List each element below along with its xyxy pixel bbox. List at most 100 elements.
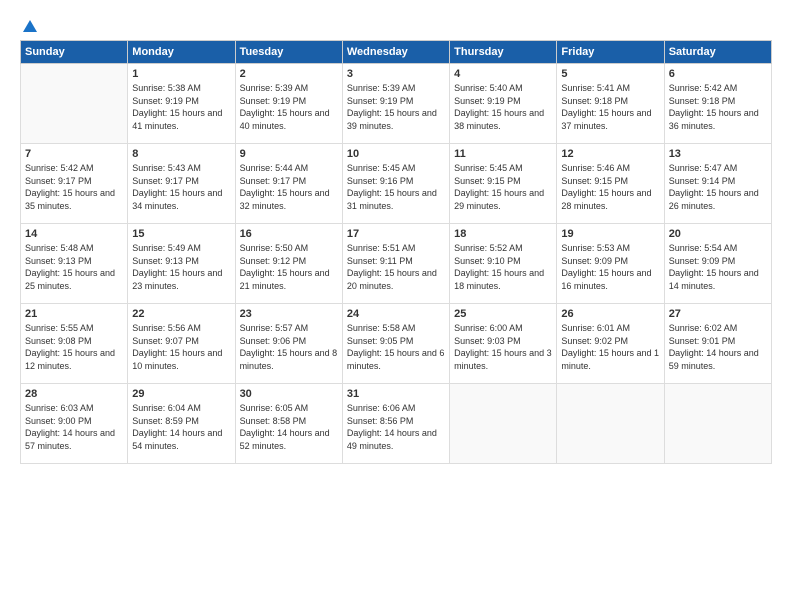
day-number: 31 (347, 388, 445, 400)
day-info: Sunrise: 6:01 AMSunset: 9:02 PMDaylight:… (561, 322, 659, 372)
day-number: 30 (240, 388, 338, 400)
day-info: Sunrise: 6:03 AMSunset: 9:00 PMDaylight:… (25, 402, 123, 452)
day-number: 17 (347, 228, 445, 240)
day-info: Sunrise: 5:53 AMSunset: 9:09 PMDaylight:… (561, 242, 659, 292)
week-row-2: 7 Sunrise: 5:42 AMSunset: 9:17 PMDaylight… (21, 144, 772, 224)
header-cell-friday: Friday (557, 41, 664, 64)
day-info: Sunrise: 5:55 AMSunset: 9:08 PMDaylight:… (25, 322, 123, 372)
day-cell: 30 Sunrise: 6:05 AMSunset: 8:58 PMDayligh… (235, 384, 342, 464)
day-number: 12 (561, 148, 659, 160)
day-cell: 3 Sunrise: 5:39 AMSunset: 9:19 PMDaylight… (342, 64, 449, 144)
logo (20, 18, 39, 34)
day-cell: 17 Sunrise: 5:51 AMSunset: 9:11 PMDayligh… (342, 224, 449, 304)
day-cell: 2Sunrise: 5:39 AMSunset: 9:19 PMDaylight… (235, 64, 342, 144)
day-cell: 14 Sunrise: 5:48 AMSunset: 9:13 PMDayligh… (21, 224, 128, 304)
day-info: Sunrise: 5:39 AMSunset: 9:19 PMDaylight:… (347, 82, 445, 132)
day-number: 6 (669, 68, 767, 80)
day-cell: 5 Sunrise: 5:41 AMSunset: 9:18 PMDaylight… (557, 64, 664, 144)
day-number: 1 (132, 68, 230, 80)
day-cell: 20 Sunrise: 5:54 AMSunset: 9:09 PMDayligh… (664, 224, 771, 304)
day-cell (450, 384, 557, 464)
day-number: 19 (561, 228, 659, 240)
day-number: 26 (561, 308, 659, 320)
day-cell: 18Sunrise: 5:52 AMSunset: 9:10 PMDayligh… (450, 224, 557, 304)
day-number: 29 (132, 388, 230, 400)
header-row: SundayMondayTuesdayWednesdayThursdayFrid… (21, 41, 772, 64)
day-info: Sunrise: 5:49 AMSunset: 9:13 PMDaylight:… (132, 242, 230, 292)
day-number: 27 (669, 308, 767, 320)
day-info: Sunrise: 6:06 AMSunset: 8:56 PMDaylight:… (347, 402, 445, 452)
week-row-3: 14 Sunrise: 5:48 AMSunset: 9:13 PMDayligh… (21, 224, 772, 304)
header-cell-monday: Monday (128, 41, 235, 64)
day-info: Sunrise: 5:42 AMSunset: 9:18 PMDaylight:… (669, 82, 767, 132)
day-cell: 21Sunrise: 5:55 AMSunset: 9:08 PMDayligh… (21, 304, 128, 384)
day-info: Sunrise: 5:56 AMSunset: 9:07 PMDaylight:… (132, 322, 230, 372)
day-info: Sunrise: 6:05 AMSunset: 8:58 PMDaylight:… (240, 402, 338, 452)
day-cell: 6 Sunrise: 5:42 AMSunset: 9:18 PMDaylight… (664, 64, 771, 144)
day-cell: 29 Sunrise: 6:04 AMSunset: 8:59 PMDayligh… (128, 384, 235, 464)
day-info: Sunrise: 5:45 AMSunset: 9:16 PMDaylight:… (347, 162, 445, 212)
day-number: 4 (454, 68, 552, 80)
day-number: 24 (347, 308, 445, 320)
header-cell-wednesday: Wednesday (342, 41, 449, 64)
page: SundayMondayTuesdayWednesdayThursdayFrid… (0, 0, 792, 474)
day-info: Sunrise: 5:45 AMSunset: 9:15 PMDaylight:… (454, 162, 552, 212)
day-cell: 26 Sunrise: 6:01 AMSunset: 9:02 PMDayligh… (557, 304, 664, 384)
day-cell: 22 Sunrise: 5:56 AMSunset: 9:07 PMDayligh… (128, 304, 235, 384)
day-info: Sunrise: 5:58 AMSunset: 9:05 PMDaylight:… (347, 322, 445, 372)
day-number: 11 (454, 148, 552, 160)
day-number: 14 (25, 228, 123, 240)
day-info: Sunrise: 5:41 AMSunset: 9:18 PMDaylight:… (561, 82, 659, 132)
day-info: Sunrise: 5:42 AMSunset: 9:17 PMDaylight:… (25, 162, 123, 212)
day-info: Sunrise: 6:04 AMSunset: 8:59 PMDaylight:… (132, 402, 230, 452)
day-cell: 23 Sunrise: 5:57 AMSunset: 9:06 PMDayligh… (235, 304, 342, 384)
day-info: Sunrise: 5:47 AMSunset: 9:14 PMDaylight:… (669, 162, 767, 212)
day-info: Sunrise: 5:39 AMSunset: 9:19 PMDaylight:… (240, 82, 338, 132)
header-cell-tuesday: Tuesday (235, 41, 342, 64)
header-cell-saturday: Saturday (664, 41, 771, 64)
day-cell: 7 Sunrise: 5:42 AMSunset: 9:17 PMDaylight… (21, 144, 128, 224)
day-info: Sunrise: 5:43 AMSunset: 9:17 PMDaylight:… (132, 162, 230, 212)
day-cell: 4 Sunrise: 5:40 AMSunset: 9:19 PMDaylight… (450, 64, 557, 144)
day-cell: 8 Sunrise: 5:43 AMSunset: 9:17 PMDaylight… (128, 144, 235, 224)
day-cell: 28 Sunrise: 6:03 AMSunset: 9:00 PMDayligh… (21, 384, 128, 464)
day-cell (21, 64, 128, 144)
day-info: Sunrise: 5:57 AMSunset: 9:06 PMDaylight:… (240, 322, 338, 372)
day-number: 5 (561, 68, 659, 80)
day-number: 7 (25, 148, 123, 160)
day-info: Sunrise: 5:50 AMSunset: 9:12 PMDaylight:… (240, 242, 338, 292)
day-info: Sunrise: 5:54 AMSunset: 9:09 PMDaylight:… (669, 242, 767, 292)
day-number: 22 (132, 308, 230, 320)
day-cell: 19 Sunrise: 5:53 AMSunset: 9:09 PMDayligh… (557, 224, 664, 304)
day-info: Sunrise: 5:40 AMSunset: 9:19 PMDaylight:… (454, 82, 552, 132)
day-number: 10 (347, 148, 445, 160)
day-cell: 31 Sunrise: 6:06 AMSunset: 8:56 PMDayligh… (342, 384, 449, 464)
day-number: 23 (240, 308, 338, 320)
day-info: Sunrise: 5:38 AMSunset: 9:19 PMDaylight:… (132, 82, 230, 132)
day-info: Sunrise: 5:44 AMSunset: 9:17 PMDaylight:… (240, 162, 338, 212)
calendar-table: SundayMondayTuesdayWednesdayThursdayFrid… (20, 40, 772, 464)
day-number: 3 (347, 68, 445, 80)
week-row-1: 1 Sunrise: 5:38 AMSunset: 9:19 PMDaylight… (21, 64, 772, 144)
day-info: Sunrise: 5:51 AMSunset: 9:11 PMDaylight:… (347, 242, 445, 292)
day-number: 20 (669, 228, 767, 240)
day-number: 28 (25, 388, 123, 400)
week-row-5: 28 Sunrise: 6:03 AMSunset: 9:00 PMDayligh… (21, 384, 772, 464)
day-cell: 15Sunrise: 5:49 AMSunset: 9:13 PMDayligh… (128, 224, 235, 304)
day-cell: 10 Sunrise: 5:45 AMSunset: 9:16 PMDayligh… (342, 144, 449, 224)
day-info: Sunrise: 5:48 AMSunset: 9:13 PMDaylight:… (25, 242, 123, 292)
logo-icon (21, 18, 39, 36)
day-number: 18 (454, 228, 552, 240)
day-number: 8 (132, 148, 230, 160)
header-cell-thursday: Thursday (450, 41, 557, 64)
week-row-4: 21Sunrise: 5:55 AMSunset: 9:08 PMDayligh… (21, 304, 772, 384)
header-cell-sunday: Sunday (21, 41, 128, 64)
day-cell: 16Sunrise: 5:50 AMSunset: 9:12 PMDayligh… (235, 224, 342, 304)
day-info: Sunrise: 6:02 AMSunset: 9:01 PMDaylight:… (669, 322, 767, 372)
day-cell: 13Sunrise: 5:47 AMSunset: 9:14 PMDayligh… (664, 144, 771, 224)
day-cell: 1 Sunrise: 5:38 AMSunset: 9:19 PMDaylight… (128, 64, 235, 144)
day-cell (557, 384, 664, 464)
day-cell: 24 Sunrise: 5:58 AMSunset: 9:05 PMDayligh… (342, 304, 449, 384)
day-cell (664, 384, 771, 464)
day-number: 9 (240, 148, 338, 160)
